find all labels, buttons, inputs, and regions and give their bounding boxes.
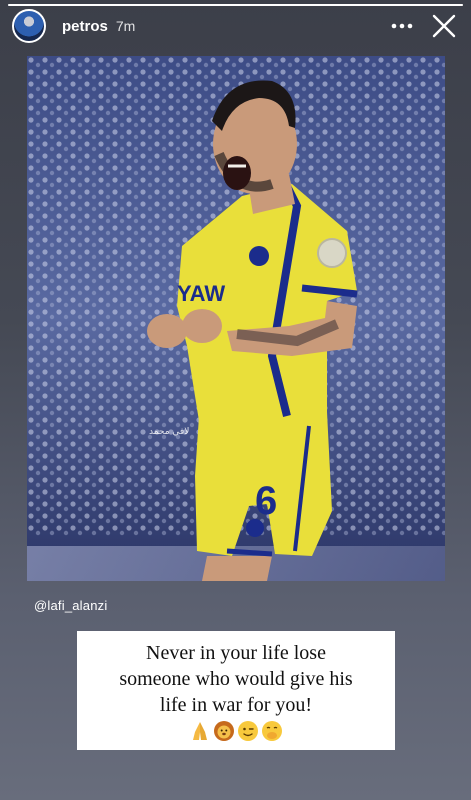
folded-hands-icon (193, 721, 207, 740)
caption-line-2: someone who would give his (119, 667, 353, 690)
username[interactable]: petros (62, 18, 108, 35)
photo-watermark: لافي محمد (149, 427, 189, 437)
caption-line-1: Never in your life lose (146, 641, 326, 664)
story-header: petros 7m (12, 8, 461, 44)
caption-line-3: life in war for you! (159, 693, 313, 716)
avatar[interactable] (12, 9, 46, 43)
story-progress-bar (8, 4, 463, 6)
emoji-row (189, 720, 283, 742)
mention-sticker[interactable]: @lafi_alanzi (34, 598, 107, 613)
caption-text-box: Never in your life lose someone who woul… (77, 631, 395, 750)
story-photo[interactable]: 6 YAW لافي محمد (27, 56, 445, 581)
more-options-button[interactable] (385, 9, 419, 43)
hand-over-mouth-face-icon (262, 720, 282, 741)
close-icon (432, 14, 456, 38)
football-player-photo: 6 YAW لافي محمد (27, 56, 445, 581)
winking-face-icon (238, 720, 258, 741)
more-horizontal-icon (391, 23, 413, 29)
close-button[interactable] (427, 9, 461, 43)
post-time: 7m (115, 18, 136, 34)
jersey-number: 6 (255, 479, 277, 523)
lion-face-icon (214, 720, 234, 741)
story-progress-fill (8, 4, 463, 6)
svg-text:YAW: YAW (177, 281, 225, 306)
